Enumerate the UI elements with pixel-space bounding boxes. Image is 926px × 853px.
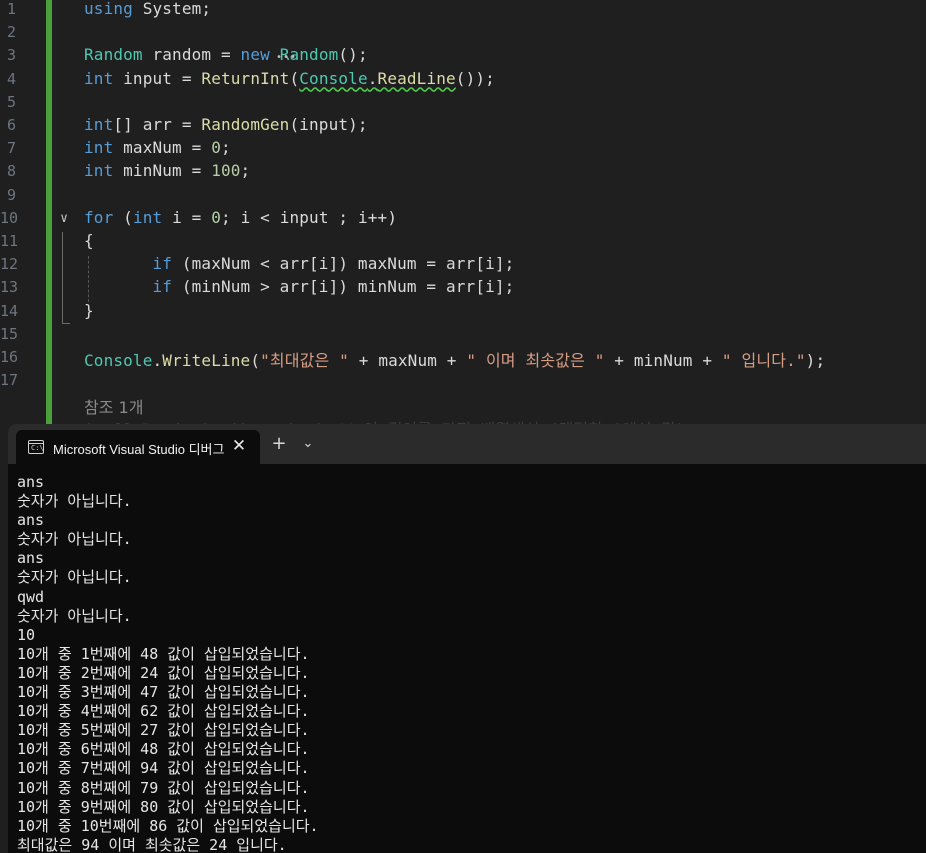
code-line: if (minNum > arr[i]) minNum = arr[i]; (152, 277, 515, 297)
console-line: 10개 중 4번째에 62 값이 삽입되었습니다. (17, 702, 310, 721)
console-line: 10 (17, 625, 36, 644)
code-line: int minNum = 100; (84, 161, 251, 181)
code-line: { (84, 231, 94, 250)
suggestion-dots-icon[interactable]: ••• (276, 52, 297, 63)
close-tab-icon[interactable]: ✕ (230, 437, 248, 455)
fold-chevron-icon[interactable]: ∨ (56, 211, 72, 227)
terminal-window[interactable]: C:\ Microsoft Visual Studio 디버그 ✕ + ⌄ an… (8, 424, 926, 853)
fold-guide-end (62, 323, 70, 325)
code-line: int[] arr = RandomGen(input); (84, 115, 368, 134)
console-line: 숫자가 아닙니다. (17, 606, 132, 625)
line-number: 8 (6, 162, 16, 181)
line-number: 11 (0, 232, 19, 250)
console-line: ans (17, 473, 45, 491)
line-number: 17 (0, 371, 19, 390)
code-line: int input = ReturnInt(Console.ReadLine()… (84, 68, 495, 88)
console-line: 숫자가 아닙니다. (17, 568, 132, 587)
line-number: 4 (6, 69, 16, 88)
line-number: 13 (0, 278, 19, 297)
console-output[interactable]: ans 숫자가 아닙니다. ans 숫자가 아닙니다. ans 숫자가 아닙니다. qwd 숫… (17, 473, 917, 853)
line-number: 10 (0, 208, 19, 227)
code-line: if (maxNum < arr[i]) maxNum = arr[i]; (152, 254, 515, 274)
line-number: 12 (0, 255, 19, 274)
code-line: for (int i = 0; i < input ; i++) (84, 207, 398, 227)
console-line: ans (17, 549, 45, 568)
line-number: 15 (0, 324, 19, 343)
change-indicator-bar (46, 0, 52, 430)
console-line: 10개 중 10번째에 86 값이 삽입되었습니다. (17, 816, 319, 835)
line-number: 2 (6, 23, 16, 42)
chevron-down-icon[interactable]: ⌄ (300, 434, 316, 454)
code-line: } (84, 300, 94, 320)
console-line: qwd (17, 587, 45, 606)
code-line: int maxNum = 0; (84, 138, 231, 158)
console-line: 숫자가 아닙니다. (17, 492, 132, 511)
line-number-gutter: 1 2 3 4 5 6 7 8 9 10 11 12 13 14 15 16 17 (0, 0, 46, 430)
references-codelens[interactable]: 참조 1개 (84, 394, 143, 418)
new-tab-button[interactable]: + (269, 434, 289, 454)
console-line: 10개 중 7번째에 94 값이 삽입되었습니다. (17, 759, 310, 778)
console-line: 최대값은 94 이며 최솟값은 24 입니다. (17, 835, 287, 853)
console-line: 10개 중 5번째에 27 값이 삽입되었습니다. (17, 721, 310, 740)
line-number: 14 (0, 301, 19, 320)
tab-title: Microsoft Visual Studio 디버그 (53, 442, 225, 457)
console-line: 10개 중 9번째에 80 값이 삽입되었습니다. (17, 797, 310, 816)
code-line: using System; (84, 0, 212, 18)
line-number: 16 (0, 348, 19, 366)
terminal-tab-bar: C:\ Microsoft Visual Studio 디버그 ✕ + ⌄ (8, 424, 926, 464)
code-line: Random random = new Random(); (84, 45, 368, 65)
code-editor[interactable]: 1 2 3 4 5 6 7 8 9 10 11 12 13 14 15 16 17 using System; R… (0, 0, 926, 430)
terminal-tab[interactable]: C:\ Microsoft Visual Studio 디버그 ✕ (16, 430, 260, 464)
code-line: Console.WriteLine("최대값은 " + maxNum + " 이… (84, 351, 826, 370)
line-number: 7 (6, 139, 16, 158)
console-line: ans (17, 511, 45, 530)
console-icon: C:\ (28, 440, 44, 454)
fold-guide-line (62, 232, 64, 324)
console-line: 10개 중 2번째에 24 값이 삽입되었습니다. (17, 663, 310, 682)
line-number: 5 (6, 92, 16, 111)
indent-guide (88, 256, 90, 302)
line-number: 1 (6, 0, 16, 18)
line-number: 3 (6, 46, 16, 65)
console-line: 10개 중 6번째에 48 값이 삽입되었습니다. (17, 740, 310, 759)
console-line: 10개 중 1번째에 48 값이 삽입되었습니다. (17, 644, 310, 663)
console-line: 10개 중 8번째에 79 값이 삽입되었습니다. (17, 778, 310, 797)
line-number: 6 (6, 116, 16, 134)
console-line: 10개 중 3번째에 47 값이 삽입되었습니다. (17, 683, 310, 702)
line-number: 9 (6, 185, 16, 204)
console-line: 숫자가 아닙니다. (17, 530, 132, 549)
